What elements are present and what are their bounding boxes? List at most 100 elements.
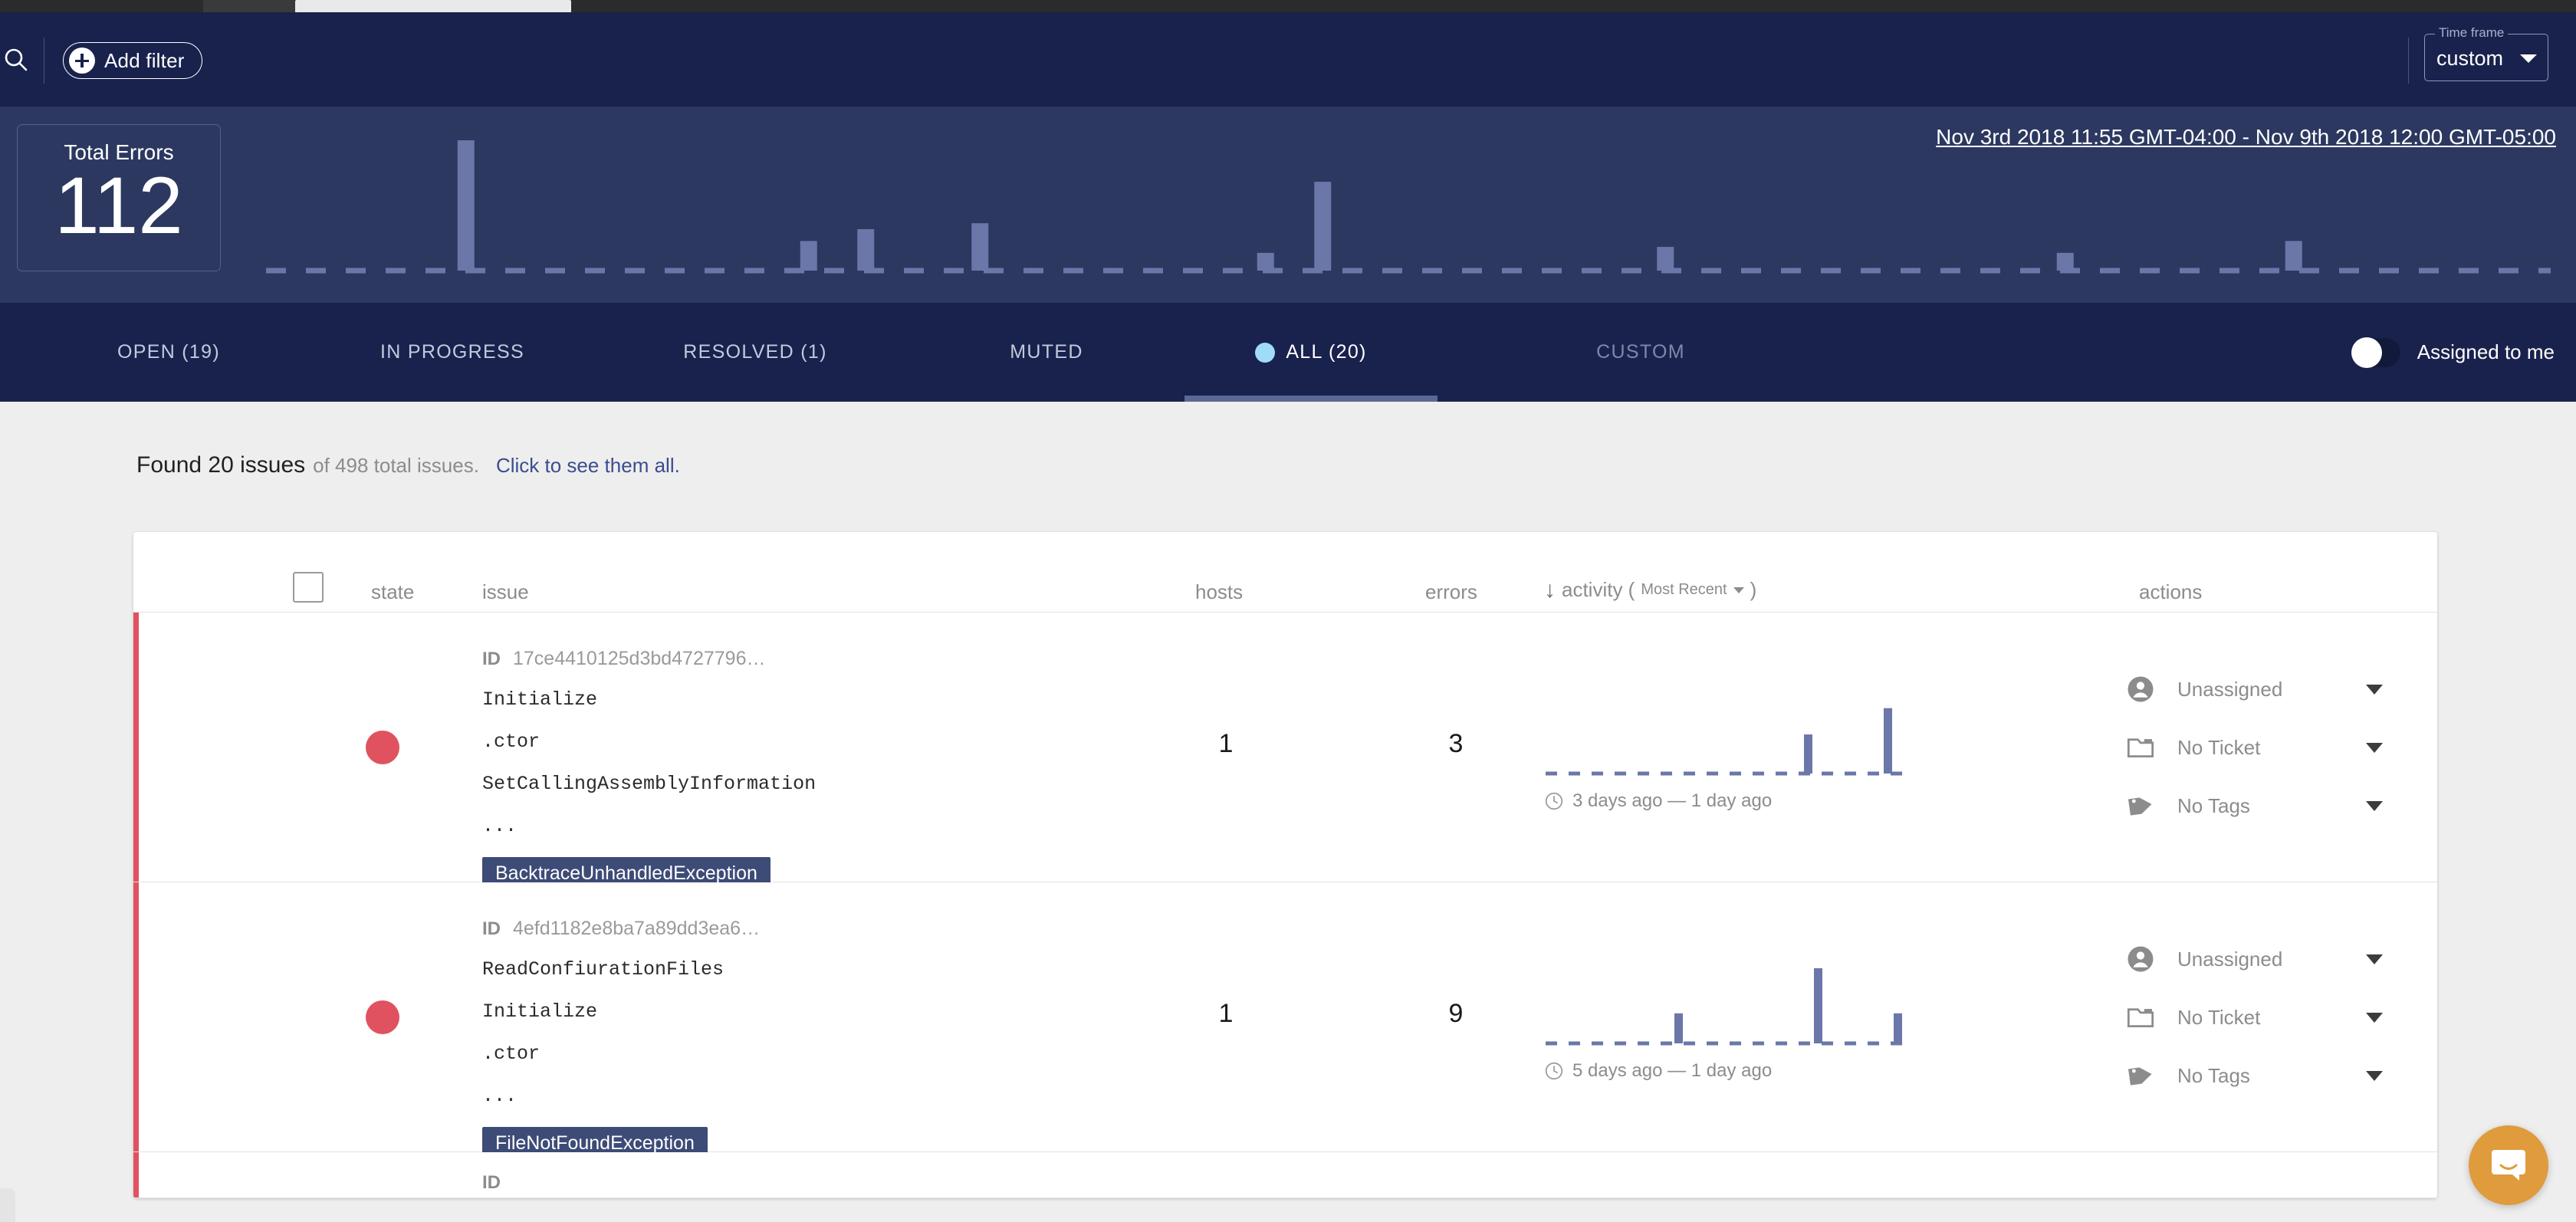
total-errors-value: 112 <box>54 162 182 250</box>
status-badge <box>366 731 399 764</box>
issue-id-line: ID 4efd1182e8ba7a89dd3ea6… <box>482 918 760 940</box>
activity-sort-value[interactable]: Most Recent <box>1641 581 1727 599</box>
chat-bubble-icon[interactable] <box>2469 1125 2548 1205</box>
chat-bubble-glyph <box>2487 1144 2530 1187</box>
person-icon <box>2127 945 2157 973</box>
hosts-count: 1 <box>1195 729 1257 759</box>
tab-label: MUTED <box>1010 341 1083 363</box>
tab-all-20[interactable]: ALL (20) <box>1184 303 1438 402</box>
tab-open-19[interactable]: OPEN (19) <box>54 303 284 402</box>
assigned-to-me-toggle[interactable]: Assigned to me <box>2351 303 2555 402</box>
status-tab-bar: OPEN (19) IN PROGRESS RESOLVED (1) MUTED ALL… <box>0 303 2576 402</box>
issue-id-label: ID <box>482 918 501 940</box>
activity-cell: 5 days ago — 1 day ago <box>1544 964 1943 1082</box>
person-icon <box>2127 675 2157 703</box>
chevron-down-icon[interactable] <box>2366 954 2383 964</box>
errors-over-time-chart <box>266 130 2551 275</box>
chevron-down-icon[interactable] <box>2366 1013 2383 1023</box>
column-header-hosts: hosts <box>1195 580 1243 604</box>
sort-descending-icon: ↓ <box>1544 579 1556 602</box>
issue-summary[interactable]: ID 17ce4410125d3bd4727796… Initialize.ct… <box>482 648 816 892</box>
chevron-down-icon[interactable] <box>2366 743 2383 753</box>
timeframe-select[interactable]: Time frame custom <box>2424 34 2548 81</box>
activity-time-range: 3 days ago — 1 day ago <box>1544 790 1943 812</box>
timeframe-value: custom <box>2436 47 2503 71</box>
plus-icon <box>69 48 95 74</box>
severity-indicator-bar <box>133 613 139 882</box>
see-all-issues-link[interactable]: Click to see them all. <box>496 454 680 477</box>
issue-summary-partial[interactable]: ID <box>482 1172 501 1198</box>
stack-frame: .ctor <box>482 731 816 753</box>
activity-time-range: 5 days ago — 1 day ago <box>1544 1060 1943 1082</box>
tab-label: CUSTOM <box>1596 341 1685 363</box>
column-header-actions: actions <box>2139 580 2202 604</box>
assigned-to-me-label: Assigned to me <box>2417 340 2555 364</box>
issue-id-value: 4efd1182e8ba7a89dd3ea6… <box>513 918 760 940</box>
column-header-activity-label: activity ( <box>1562 578 1635 602</box>
actions-cell: Unassigned No Ticket No Tags <box>2127 660 2387 835</box>
search-icon[interactable] <box>2 46 30 74</box>
action-label: No Ticket <box>2177 736 2366 760</box>
chevron-down-icon <box>2520 54 2537 63</box>
column-header-activity[interactable]: ↓ activity ( Most Recent ) <box>1544 578 1756 602</box>
action-unassigned[interactable]: Unassigned <box>2127 930 2387 988</box>
tab-resolved-1[interactable]: RESOLVED (1) <box>640 303 870 402</box>
toggle-knob <box>2351 337 2382 368</box>
issues-table-header: state issue hosts errors ↓ activity ( Mo… <box>133 532 2437 613</box>
action-no-ticket[interactable]: No Ticket <box>2127 718 2387 777</box>
column-header-state: state <box>371 580 414 604</box>
action-unassigned[interactable]: Unassigned <box>2127 660 2387 718</box>
issue-id-label: ID <box>482 649 501 670</box>
activity-time-range-label: 5 days ago — 1 day ago <box>1572 1060 1772 1082</box>
stats-band: Total Errors 112 Nov 3rd 2018 11:55 GMT-… <box>0 107 2576 303</box>
tab-muted[interactable]: MUTED <box>951 303 1142 402</box>
select-all-checkbox[interactable] <box>293 572 324 603</box>
column-header-errors: errors <box>1425 580 1477 604</box>
issues-row-list: ID 17ce4410125d3bd4727796… Initialize.ct… <box>133 613 2437 1198</box>
column-header-issue: issue <box>482 580 529 604</box>
results-total-count: of 498 total issues. <box>313 454 479 477</box>
severity-indicator-bar <box>133 882 139 1151</box>
action-no-tags[interactable]: No Tags <box>2127 777 2387 835</box>
results-found-count: Found 20 issues <box>136 452 305 478</box>
hosts-count: 1 <box>1195 999 1257 1029</box>
action-label: Unassigned <box>2177 678 2366 701</box>
action-no-ticket[interactable]: No Ticket <box>2127 988 2387 1046</box>
browser-tab-inactive[interactable] <box>203 0 295 12</box>
severity-indicator-bar <box>133 1152 139 1197</box>
stack-frame: ... <box>482 815 816 837</box>
tab-in-progress[interactable]: IN PROGRESS <box>337 303 567 402</box>
activity-time-range-label: 3 days ago — 1 day ago <box>1572 790 1772 812</box>
issue-summary[interactable]: ID 4efd1182e8ba7a89dd3ea6… ReadConfiurat… <box>482 918 760 1161</box>
activity-sparkline <box>1544 964 1943 1048</box>
chevron-down-icon[interactable] <box>2366 801 2383 811</box>
chevron-down-icon <box>1733 587 1744 593</box>
toggle-track <box>2351 338 2400 367</box>
toolbar-divider-right <box>2408 38 2409 84</box>
top-navigation-bar: Add filter Time frame custom <box>0 12 2576 107</box>
tab-label: IN PROGRESS <box>380 341 524 363</box>
page-scroll-nub[interactable] <box>0 1188 15 1222</box>
chevron-down-icon[interactable] <box>2366 1071 2383 1081</box>
active-tab-dot <box>1255 343 1275 363</box>
table-row[interactable]: ID <box>133 1152 2437 1198</box>
stack-frame: ... <box>482 1085 760 1107</box>
issue-id-line: ID <box>482 1172 501 1194</box>
stack-frame: ReadConfiurationFiles <box>482 958 760 981</box>
chevron-down-icon[interactable] <box>2366 685 2383 695</box>
action-no-tags[interactable]: No Tags <box>2127 1046 2387 1105</box>
results-summary: Found 20 issues of 498 total issues. Cli… <box>136 452 680 478</box>
tab-custom[interactable]: CUSTOM <box>1526 303 1756 402</box>
clock-icon <box>1544 791 1564 811</box>
table-row[interactable]: ID 4efd1182e8ba7a89dd3ea6… ReadConfiurat… <box>133 882 2437 1152</box>
action-label: No Ticket <box>2177 1006 2366 1030</box>
stack-frame: Initialize <box>482 1000 760 1023</box>
tab-label: ALL (20) <box>1286 341 1366 363</box>
browser-tab-active[interactable] <box>295 0 571 12</box>
actions-cell: Unassigned No Ticket No Tags <box>2127 930 2387 1105</box>
table-row[interactable]: ID 17ce4410125d3bd4727796… Initialize.ct… <box>133 613 2437 882</box>
action-label: No Tags <box>2177 794 2366 818</box>
browser-chrome-strip <box>0 0 2576 12</box>
timeframe-legend: Time frame <box>2435 26 2508 40</box>
add-filter-button[interactable]: Add filter <box>63 42 202 79</box>
